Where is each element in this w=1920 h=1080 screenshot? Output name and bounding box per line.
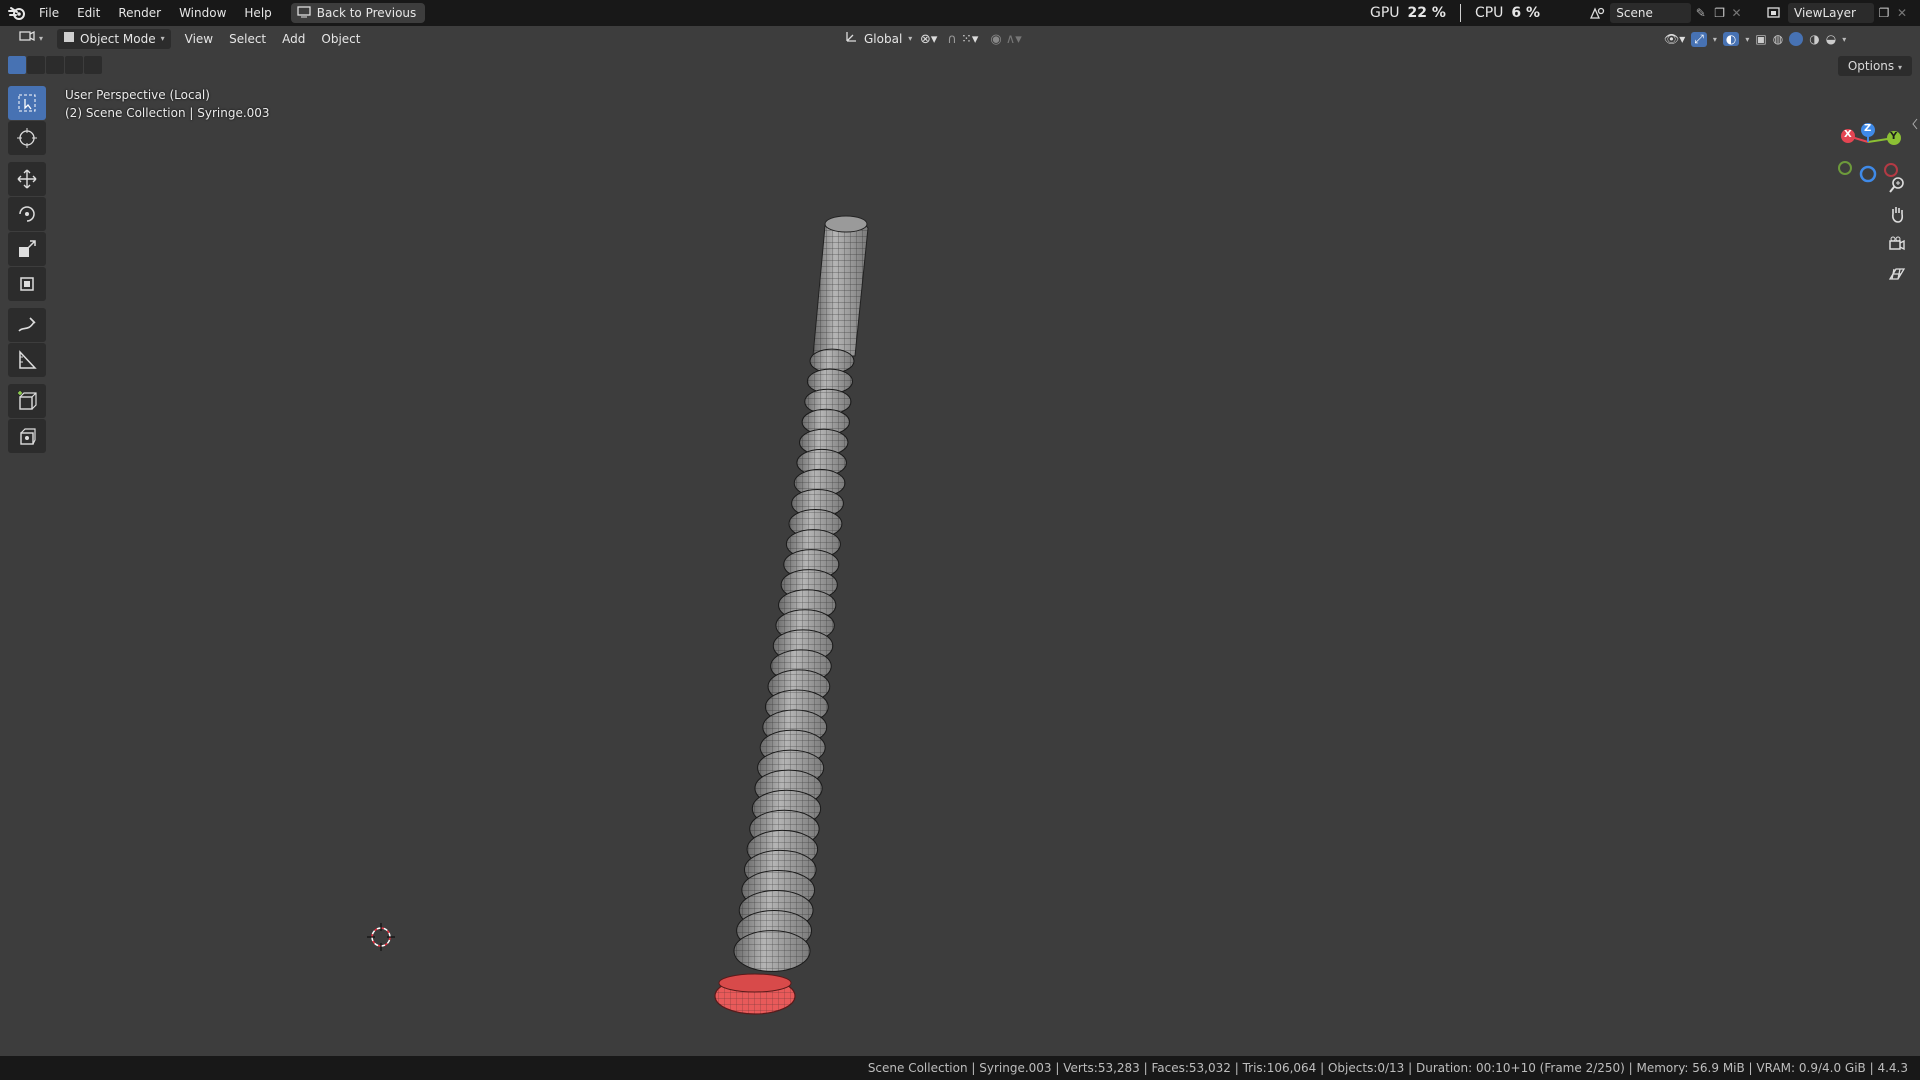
select-box-icon[interactable] (8, 86, 46, 120)
gizmo-y-label: Y (1890, 131, 1898, 142)
object-mode-icon (63, 29, 75, 49)
snap-target-icon[interactable]: ⁙▾ (961, 32, 978, 47)
snap-magnet-icon[interactable]: ∩ (947, 32, 957, 47)
chevron-down-icon[interactable]: ▾ (1745, 35, 1749, 44)
wireframe-shading-icon[interactable]: ◍ (1773, 32, 1783, 46)
pivot-icon[interactable]: ⊗▾ (920, 32, 937, 47)
measure-icon[interactable] (8, 343, 46, 377)
select-intersect-icon[interactable] (84, 56, 102, 74)
chevron-down-icon: ▾ (39, 34, 44, 43)
3d-cursor-icon[interactable] (366, 922, 396, 952)
menu-edit[interactable]: Edit (68, 0, 109, 26)
pin-icon[interactable]: ✎ (1691, 6, 1710, 20)
performance-monitor: GPU 22 % CPU 6 % (1370, 0, 1540, 26)
menu-add[interactable]: Add (274, 29, 313, 49)
select-new-icon[interactable] (8, 56, 26, 74)
rotate-icon[interactable] (8, 197, 46, 231)
visibility-icon[interactable]: 👁▾ (1664, 32, 1685, 46)
menu-window[interactable]: Window (170, 0, 235, 26)
orientation-label: Global (864, 32, 903, 46)
view-layer-name-field[interactable]: ViewLayer (1788, 3, 1874, 23)
gizmo-x-label: X (1844, 129, 1852, 140)
blender-logo-icon[interactable] (4, 0, 30, 26)
select-extend-icon[interactable] (27, 56, 45, 74)
selected-bottom-rim (718, 973, 792, 993)
falloff-icon[interactable]: ∧▾ (1006, 32, 1022, 47)
overlay-toggle-icon[interactable]: ◐ (1722, 32, 1740, 46)
add-primitive-icon[interactable] (8, 419, 46, 453)
rendered-shading-icon[interactable]: ◒ (1826, 32, 1836, 46)
move-icon[interactable] (8, 162, 46, 196)
back-to-previous-button[interactable]: Back to Previous (290, 3, 426, 23)
material-shading-icon[interactable]: ◑ (1809, 32, 1819, 46)
gizmo-z-label: Z (1864, 123, 1872, 134)
scale-icon[interactable] (8, 232, 46, 266)
snapping-group: ⊗▾ ∩ ⁙▾ ◉ ∧▾ (920, 32, 1022, 47)
new-scene-icon[interactable]: ❐ (1710, 6, 1729, 20)
options-label: Options (1847, 59, 1895, 73)
scene-name-field[interactable]: Scene (1610, 3, 1692, 23)
mode-selector[interactable]: Object Mode ▾ (57, 29, 171, 49)
syringe-mesh[interactable] (700, 206, 900, 1026)
editor-type-icon (18, 29, 36, 49)
editor-type-selector[interactable]: ▾ (10, 29, 51, 49)
viewport-shading-group: 👁▾ ⤢ ▾ ◐ ▾ ▣ ◍ ◑ ◒ ▾ (1664, 31, 1846, 47)
menu-object[interactable]: Object (313, 29, 368, 49)
selection-mode-buttons (8, 56, 102, 74)
syringe-ridge-wire (734, 930, 810, 972)
zoom-icon[interactable] (1882, 172, 1912, 198)
gpu-value: 22 % (1407, 5, 1446, 21)
gpu-label: GPU (1370, 5, 1400, 21)
gizmo-toggle-icon[interactable]: ⤢ (1691, 31, 1707, 47)
active-object-label: (2) Scene Collection | Syringe.003 (65, 106, 270, 120)
viewport-header: ▾ Object Mode ▾ View Select Add Object G… (0, 26, 1920, 52)
chevron-down-icon: ▾ (908, 34, 913, 43)
select-invert-icon[interactable] (65, 56, 83, 74)
mode-label: Object Mode (80, 32, 156, 46)
chevron-down-icon[interactable]: ▾ (1713, 35, 1717, 44)
scene-selector[interactable]: Scene ✎ ❐ ✕ (1584, 2, 1744, 24)
chevron-down-icon: ▾ (160, 34, 165, 43)
scene-icon[interactable] (1584, 6, 1610, 20)
cpu-label: CPU (1474, 5, 1504, 21)
scene-statistics: Scene Collection | Syringe.003 | Verts:5… (867, 1061, 1908, 1075)
sidebar-toggle-icon[interactable] (1912, 118, 1918, 130)
viewport-info: User Perspective (Local) (2) Scene Colle… (65, 86, 270, 122)
xray-toggle-icon[interactable]: ▣ (1755, 32, 1766, 46)
chevron-down-icon[interactable]: ▾ (1842, 35, 1846, 44)
pan-hand-icon[interactable] (1882, 201, 1912, 227)
view-perspective-label: User Perspective (Local) (65, 88, 210, 102)
screen-icon (297, 5, 311, 21)
transform-orientation-selector[interactable]: Global ▾ (836, 29, 920, 49)
cpu-value: 6 % (1511, 5, 1541, 21)
syringe-top-cap (824, 215, 868, 233)
add-cube-icon[interactable] (8, 384, 46, 418)
3d-viewport[interactable]: ▾ Object Mode ▾ View Select Add Object G… (0, 26, 1920, 1056)
status-bar: Scene Collection | Syringe.003 | Verts:5… (0, 1056, 1920, 1080)
view-layer-selector[interactable]: ViewLayer ❐ ✕ (1760, 2, 1918, 24)
view-layer-icon[interactable] (1760, 6, 1788, 20)
annotate-icon[interactable] (8, 308, 46, 342)
menu-help[interactable]: Help (235, 0, 280, 26)
proportional-edit-icon[interactable]: ◉ (990, 32, 1001, 47)
ortho-grid-icon[interactable] (1882, 261, 1912, 287)
options-dropdown[interactable]: Options ▾ (1837, 56, 1912, 76)
remove-view-layer-icon[interactable]: ✕ (1894, 6, 1910, 20)
solid-shading-icon[interactable] (1789, 32, 1804, 46)
select-subtract-icon[interactable] (46, 56, 64, 74)
new-view-layer-icon[interactable]: ❐ (1874, 6, 1894, 20)
menu-render[interactable]: Render (109, 0, 170, 26)
perf-divider (1459, 4, 1461, 22)
transform-icon[interactable] (8, 267, 46, 301)
menu-file[interactable]: File (30, 0, 68, 26)
camera-view-icon[interactable] (1882, 231, 1912, 257)
cursor-icon[interactable] (8, 121, 46, 155)
menu-view[interactable]: View (177, 29, 221, 49)
orientation-icon (844, 29, 858, 49)
remove-scene-icon[interactable]: ✕ (1729, 6, 1744, 20)
tool-shelf (8, 86, 48, 454)
menu-select[interactable]: Select (221, 29, 274, 49)
back-to-previous-label: Back to Previous (316, 6, 417, 20)
